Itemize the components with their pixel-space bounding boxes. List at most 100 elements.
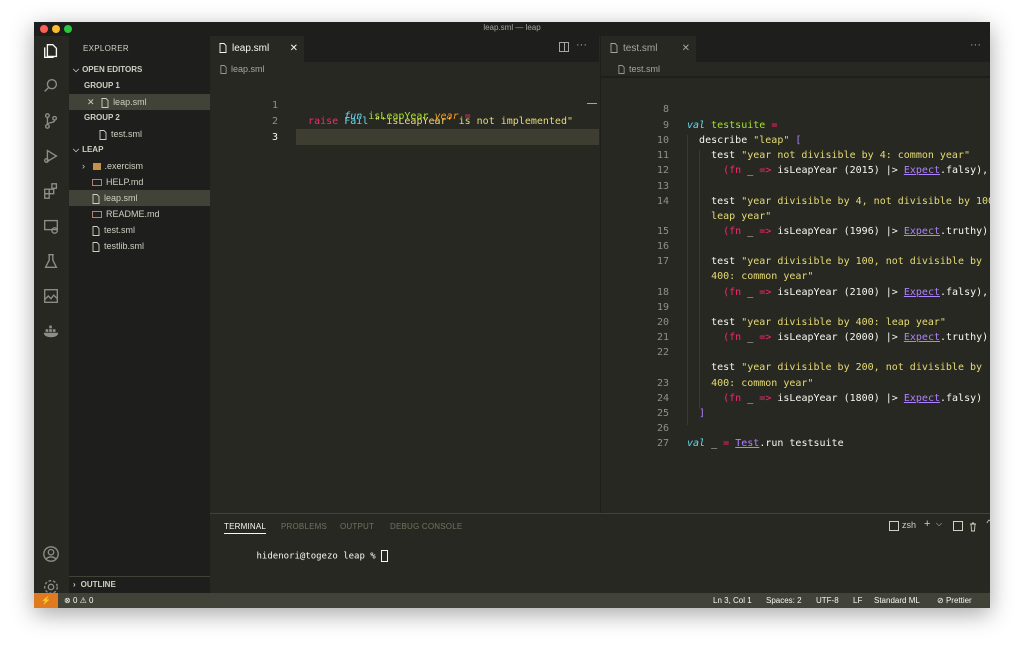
- trash-icon[interactable]: [969, 519, 977, 532]
- split-editor-icon[interactable]: [559, 42, 569, 52]
- line-number: 25: [656, 408, 669, 419]
- chevron-down-icon: ⌵: [73, 145, 80, 154]
- error-icon: ⊗: [64, 596, 71, 605]
- indentation-status[interactable]: Spaces: 2: [766, 593, 802, 608]
- problems-status[interactable]: ⊗ 0 ⚠ 0: [64, 593, 93, 608]
- terminal-shell-selector[interactable]: zsh: [889, 520, 916, 531]
- line-number: 11: [656, 150, 669, 161]
- close-editor-icon[interactable]: ✕: [87, 97, 95, 107]
- file-icon: [219, 43, 227, 54]
- markdown-icon: [92, 179, 102, 187]
- editor-group-2: test.sml ✕ ··· test.sml 8 9 10 11 12 13 …: [600, 36, 990, 513]
- folder-icon: [92, 163, 101, 171]
- line-number: 19: [656, 302, 669, 313]
- line-number: 3: [271, 132, 278, 143]
- testing-icon[interactable]: [41, 251, 61, 271]
- indent-guide: [699, 150, 700, 408]
- line-number: 18: [656, 287, 669, 298]
- code-line: (fn _ => isLeapYear (2015) |> Expect.fal…: [723, 165, 989, 176]
- line-number: 15: [656, 226, 669, 237]
- tab-terminal[interactable]: TERMINAL: [224, 522, 267, 534]
- code-line: test "year divisible by 200, not divisib…: [711, 362, 983, 373]
- chevron-right-icon: ›: [73, 580, 76, 589]
- code-line: raise Fail "'isLeapYear' is not implemen…: [308, 116, 573, 127]
- close-tab-icon[interactable]: ✕: [290, 36, 298, 62]
- editor2-breadcrumb[interactable]: test.sml: [618, 64, 660, 74]
- tab-problems[interactable]: PROBLEMS: [281, 522, 327, 531]
- file-icon: [92, 241, 100, 252]
- code-line: test "year divisible by 4, not divisible…: [711, 196, 990, 207]
- chevron-down-icon[interactable]: ⌵: [936, 519, 942, 529]
- file-icon: [92, 193, 100, 204]
- terminal-output[interactable]: hidenori@togezo leap %: [224, 540, 389, 572]
- minimap-slider[interactable]: [587, 103, 597, 104]
- line-number: 16: [656, 241, 669, 252]
- line-number: 26: [656, 423, 669, 434]
- file-icon: [610, 43, 618, 54]
- tab-output[interactable]: OUTPUT: [340, 522, 374, 531]
- tab-debug-console[interactable]: DEBUG CONSOLE: [390, 522, 462, 531]
- line-number: 1: [271, 100, 278, 111]
- sticky-scroll-shadow: [601, 76, 990, 78]
- cursor-position[interactable]: Ln 3, Col 1: [713, 593, 752, 608]
- image-preview-icon[interactable]: [41, 286, 61, 306]
- line-number: 27: [656, 438, 669, 449]
- explorer-header: EXPLORER: [83, 44, 129, 53]
- tab-test-sml[interactable]: test.sml ✕: [601, 36, 696, 62]
- line-number: 24: [656, 393, 669, 404]
- file-icon: [101, 97, 109, 108]
- code-line: (fn _ => isLeapYear (2100) |> Expect.fal…: [723, 287, 989, 298]
- extensions-icon[interactable]: [41, 181, 61, 201]
- status-bar: ⚡ ⊗ 0 ⚠ 0 Ln 3, Col 1 Spaces: 2 UTF-8 LF…: [34, 593, 990, 608]
- line-number: 21: [656, 332, 669, 343]
- explorer-icon[interactable]: [41, 41, 61, 61]
- tab-leap-sml[interactable]: leap.sml ✕: [210, 36, 304, 62]
- editor-group-1: leap.sml ✕ ··· leap.sml 1 2 3 fun isLeap…: [210, 36, 599, 513]
- remote-indicator-icon[interactable]: ⚡: [34, 593, 58, 608]
- file-icon: [92, 225, 100, 236]
- file-icon: [99, 129, 107, 140]
- line-number: 8: [662, 104, 669, 115]
- bottom-panel: TERMINAL PROBLEMS OUTPUT DEBUG CONSOLE z…: [210, 513, 990, 594]
- indent-guide: [687, 135, 688, 425]
- editor1-more-button[interactable]: ···: [576, 39, 587, 51]
- code-line: (fn _ => isLeapYear (2000) |> Expect.tru…: [723, 332, 990, 343]
- line-number: 12: [656, 165, 669, 176]
- split-terminal-icon[interactable]: [953, 521, 963, 531]
- close-tab-icon[interactable]: ✕: [682, 36, 690, 62]
- code-line: val testsuite =: [687, 120, 778, 131]
- new-terminal-button[interactable]: +: [924, 518, 930, 530]
- remote-explorer-icon[interactable]: [41, 216, 61, 236]
- activity-bar: [34, 36, 69, 594]
- code-line: (fn _ => isLeapYear (1800) |> Expect.fal…: [723, 393, 983, 404]
- editor2-tab-bar: test.sml ✕ ···: [601, 36, 990, 62]
- terminal-cursor: [381, 550, 389, 562]
- code-line: test "year divisible by 100, not divisib…: [711, 256, 983, 267]
- vscode-window: leap.sml — leap EXPLORER ⌵ OPEN EDITORS …: [34, 22, 990, 608]
- maximize-panel-icon[interactable]: ^: [986, 518, 990, 528]
- line-number: 22: [656, 347, 669, 358]
- code-line: (fn _ => isLeapYear (1996) |> Expect.tru…: [723, 226, 990, 237]
- chevron-down-icon: ⌵: [73, 65, 80, 74]
- editor1-breadcrumb[interactable]: leap.sml: [220, 64, 265, 74]
- language-mode[interactable]: Standard ML: [874, 593, 920, 608]
- line-number: 14: [656, 196, 669, 207]
- line-number: 17: [656, 256, 669, 267]
- eol-status[interactable]: LF: [853, 593, 862, 608]
- editor1-tab-bar: leap.sml ✕ ···: [210, 36, 599, 62]
- check-circle-icon: ⊘: [937, 596, 944, 605]
- window-title: leap.sml — leap: [483, 23, 541, 32]
- editor2-more-button[interactable]: ···: [970, 39, 981, 51]
- code-line: test "year divisible by 400: leap year": [711, 317, 946, 328]
- source-control-icon[interactable]: [41, 111, 61, 131]
- run-debug-icon[interactable]: [41, 146, 61, 166]
- code-line: test "year not divisible by 4: common ye…: [711, 150, 970, 161]
- search-icon[interactable]: [41, 76, 61, 96]
- file-icon: [220, 65, 227, 74]
- markdown-icon: [92, 211, 102, 219]
- encoding-status[interactable]: UTF-8: [816, 593, 839, 608]
- docker-icon[interactable]: [41, 321, 61, 341]
- code-line: 400: common year": [711, 271, 814, 282]
- account-icon[interactable]: [41, 544, 61, 564]
- prettier-status[interactable]: ⊘ Prettier: [937, 593, 972, 608]
